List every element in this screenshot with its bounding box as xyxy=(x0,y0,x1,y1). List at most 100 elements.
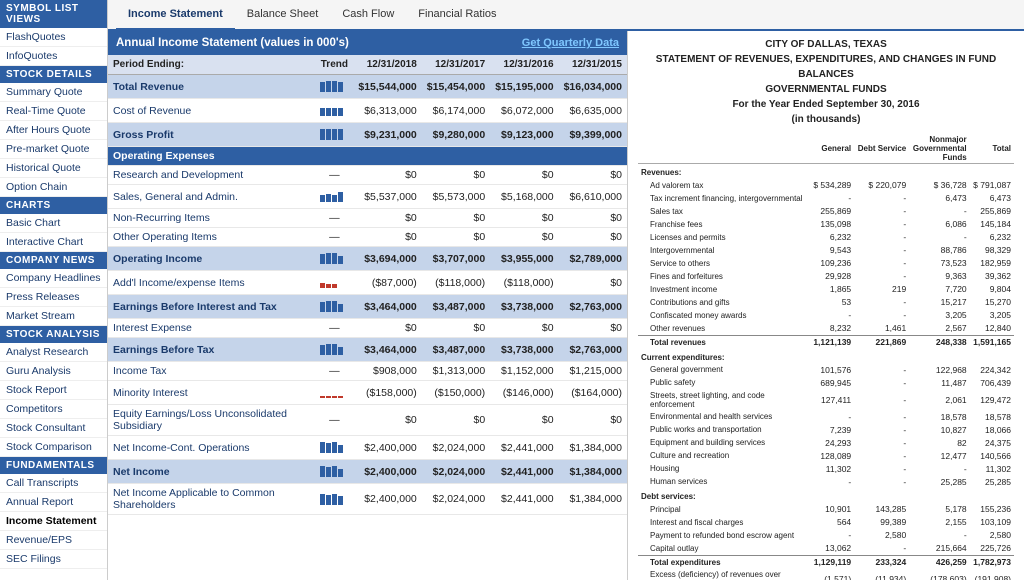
city-row-value-4: 9,804 xyxy=(970,283,1014,296)
sidebar-item[interactable]: Option Chain xyxy=(0,178,107,197)
city-row-value-4: 3,205 xyxy=(970,309,1014,322)
city-row-value-3: 25,285 xyxy=(909,475,969,488)
row-value-3: $0 xyxy=(490,209,558,228)
row-value-2: $2,024,000 xyxy=(422,436,490,460)
sidebar-item[interactable]: Summary Quote xyxy=(0,83,107,102)
row-value-2: ($118,000) xyxy=(422,271,490,295)
city-col-nonmajor: NonmajorGovernmentalFunds xyxy=(909,133,969,164)
sidebar-item[interactable]: Stock Comparison xyxy=(0,438,107,457)
sidebar-item[interactable]: Analyst Research xyxy=(0,343,107,362)
city-row-value-3: (178,603) xyxy=(909,569,969,580)
row-trend xyxy=(315,185,353,209)
city-row-value-1: 29,928 xyxy=(810,270,854,283)
city-table-header: General Debt Service NonmajorGovernmenta… xyxy=(638,133,1014,164)
row-label: Add'l Income/expense Items xyxy=(108,271,315,295)
row-value-4: $1,384,000 xyxy=(559,460,627,484)
city-row-label: Intergovernmental xyxy=(638,244,810,257)
sidebar-item[interactable]: Income Statement xyxy=(0,512,107,531)
city-row-value-3: 426,259 xyxy=(909,555,969,569)
row-value-4: $2,763,000 xyxy=(559,295,627,319)
sidebar-section-header: CHARTS xyxy=(0,197,107,214)
city-row-value-4: 129,472 xyxy=(970,389,1014,410)
row-value-1: $9,231,000 xyxy=(353,123,421,147)
city-table-row: Other revenues8,2321,4612,56712,840 xyxy=(638,322,1014,336)
city-table-row: Franchise fees135,098-6,086145,184 xyxy=(638,218,1014,231)
sidebar-item[interactable]: After Hours Quote xyxy=(0,121,107,140)
sidebar-item[interactable]: Revenue/EPS xyxy=(0,531,107,550)
row-value-3: $3,738,000 xyxy=(490,338,558,362)
row-value-1: $0 xyxy=(353,166,421,185)
sidebar-item[interactable]: Real-Time Quote xyxy=(0,102,107,121)
city-row-value-3: - xyxy=(909,529,969,542)
city-row-value-2: $ 220,079 xyxy=(854,179,909,192)
sidebar-item[interactable]: Guru Analysis xyxy=(0,362,107,381)
row-label: Sales, General and Admin. xyxy=(108,185,315,209)
income-table-row: Non-Recurring Items—$0$0$0$0 xyxy=(108,209,627,228)
city-row-value-2: - xyxy=(854,389,909,410)
city-row-value-4: 1,782,973 xyxy=(970,555,1014,569)
city-row-value-2: (11,934) xyxy=(854,569,909,580)
city-row-value-1: 1,865 xyxy=(810,283,854,296)
sidebar-item[interactable]: Pre-market Quote xyxy=(0,140,107,159)
row-value-2: $2,024,000 xyxy=(422,460,490,484)
sidebar-item[interactable]: Press Releases xyxy=(0,288,107,307)
sidebar-item[interactable]: SEC Filings xyxy=(0,550,107,569)
city-row-value-3: - xyxy=(909,462,969,475)
city-row-value-4: $ 791,087 xyxy=(970,179,1014,192)
city-row-label: Environmental and health services xyxy=(638,410,810,423)
city-row-value-2: 219 xyxy=(854,283,909,296)
row-value-2: $1,313,000 xyxy=(422,362,490,381)
city-row-value-3: 6,473 xyxy=(909,192,969,205)
city-table-row: Environmental and health services--18,57… xyxy=(638,410,1014,423)
sidebar-item[interactable]: Annual Report xyxy=(0,493,107,512)
tab-balance-sheet[interactable]: Balance Sheet xyxy=(235,0,331,31)
sidebar-item[interactable]: FlashQuotes xyxy=(0,28,107,47)
sidebar-item[interactable]: InfoQuotes xyxy=(0,47,107,66)
income-table-row: Minority Interest($158,000)($150,000)($1… xyxy=(108,381,627,405)
sidebar-item[interactable]: Company Headlines xyxy=(0,269,107,288)
city-row-value-1: 24,293 xyxy=(810,436,854,449)
sidebar-item[interactable]: Historical Quote xyxy=(0,159,107,178)
tab-financial-ratios[interactable]: Financial Ratios xyxy=(406,0,508,31)
city-row-value-3: - xyxy=(909,205,969,218)
city-row-value-4: 6,232 xyxy=(970,231,1014,244)
income-table: Period Ending: Trend 12/31/2018 12/31/20… xyxy=(108,55,627,515)
city-row-value-2: - xyxy=(854,257,909,270)
row-label: Income Tax xyxy=(108,362,315,381)
city-row-label: Licenses and permits xyxy=(638,231,810,244)
income-statement-title: Annual Income Statement (values in 000's… xyxy=(116,37,349,49)
income-table-row: Operating Income$3,694,000$3,707,000$3,9… xyxy=(108,247,627,271)
sidebar-item[interactable]: Stock Report xyxy=(0,381,107,400)
row-value-4: $0 xyxy=(559,166,627,185)
row-value-1: ($158,000) xyxy=(353,381,421,405)
sidebar-item[interactable]: Stock Consultant xyxy=(0,419,107,438)
income-table-body: Total Revenue$15,544,000$15,454,000$15,1… xyxy=(108,75,627,515)
city-row-value-3: 122,968 xyxy=(909,363,969,376)
row-value-4: $9,399,000 xyxy=(559,123,627,147)
row-label: Interest Expense xyxy=(108,319,315,338)
city-document-panel: CITY OF DALLAS, TEXAS STATEMENT OF REVEN… xyxy=(628,31,1024,580)
city-col-general: General xyxy=(810,133,854,164)
sidebar-item[interactable]: Basic Chart xyxy=(0,214,107,233)
quarterly-data-link[interactable]: Get Quarterly Data xyxy=(522,37,619,49)
tab-cash-flow[interactable]: Cash Flow xyxy=(330,0,406,31)
city-row-value-4: 39,362 xyxy=(970,270,1014,283)
city-table-row: Total expenditures1,129,119233,324426,25… xyxy=(638,555,1014,569)
city-row-value-4: 1,591,165 xyxy=(970,335,1014,349)
sidebar-item[interactable]: Call Transcripts xyxy=(0,474,107,493)
city-row-label: Total revenues xyxy=(638,335,810,349)
row-value-1: $0 xyxy=(353,209,421,228)
row-value-3: $5,168,000 xyxy=(490,185,558,209)
row-value-4: $0 xyxy=(559,228,627,247)
row-trend: — xyxy=(315,166,353,185)
tab-income-statement[interactable]: Income Statement xyxy=(116,0,235,31)
row-value-1: $0 xyxy=(353,319,421,338)
city-row-value-1: 8,232 xyxy=(810,322,854,336)
sidebar-item[interactable]: Competitors xyxy=(0,400,107,419)
sidebar-item[interactable]: Interactive Chart xyxy=(0,233,107,252)
city-doc-title: CITY OF DALLAS, TEXAS STATEMENT OF REVEN… xyxy=(638,37,1014,127)
city-row-label: Franchise fees xyxy=(638,218,810,231)
income-table-row: Add'l Income/expense Items($87,000)($118… xyxy=(108,271,627,295)
sidebar-item[interactable]: Market Stream xyxy=(0,307,107,326)
city-row-value-3: 6,086 xyxy=(909,218,969,231)
